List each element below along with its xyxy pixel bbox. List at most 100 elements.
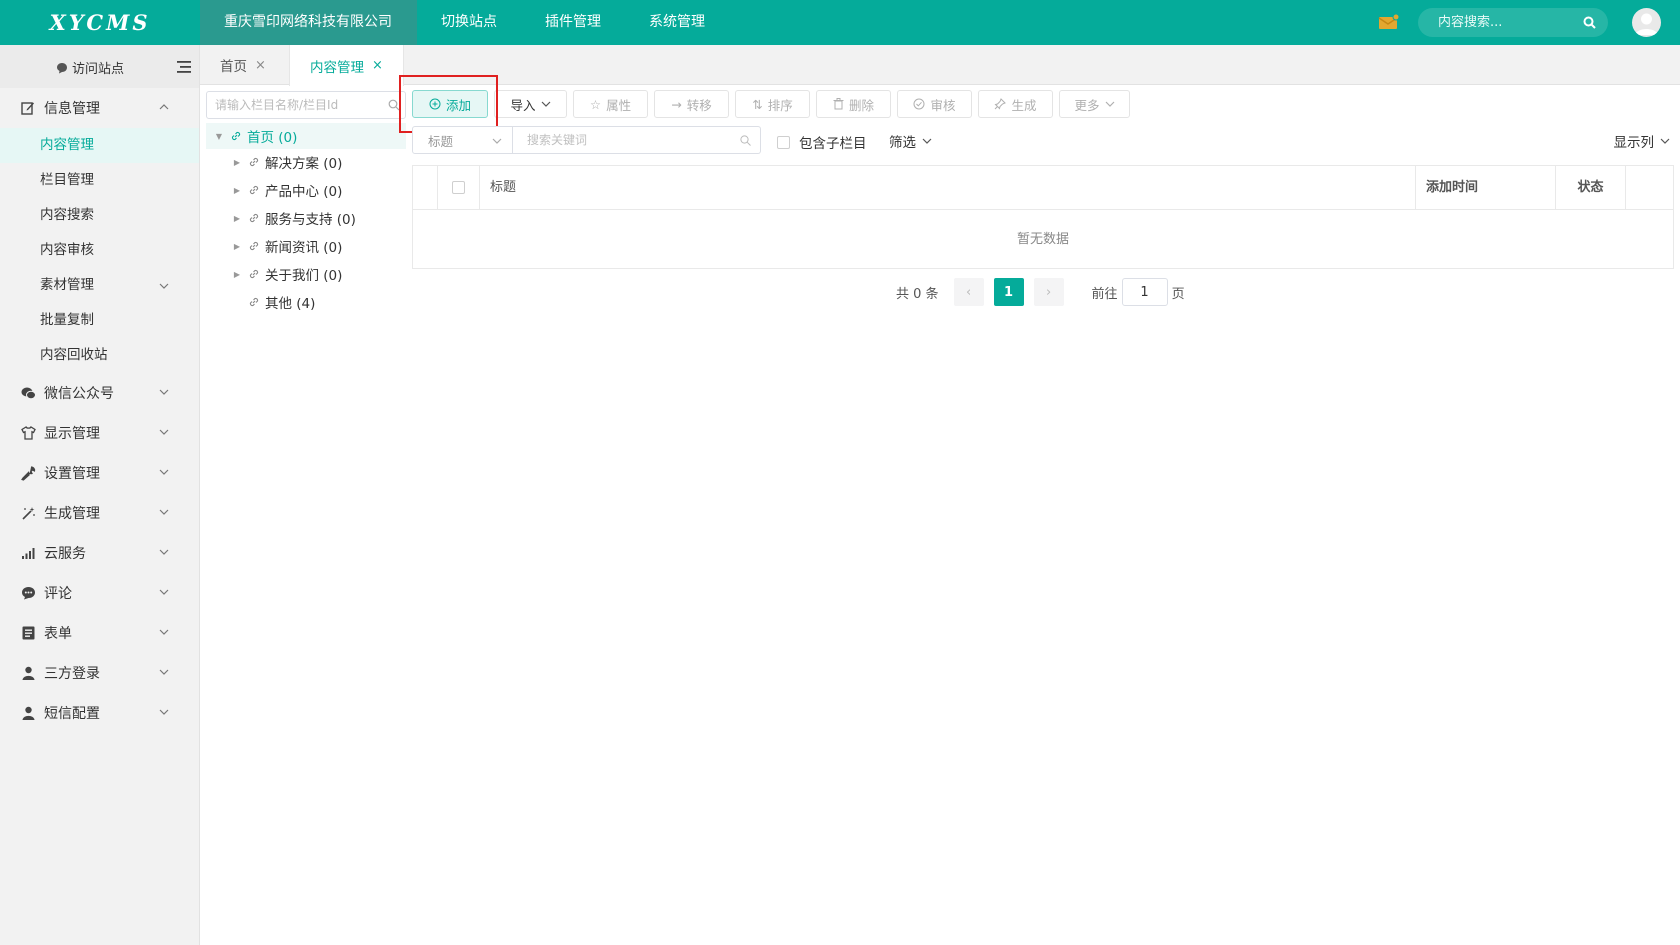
add-label: 添加 [445,97,471,113]
sidebar-item-materials[interactable]: 素材管理 [0,268,199,303]
tree-node-service[interactable]: ▶ 服务与支持 (0) [206,205,406,231]
audit-button[interactable]: 审核 [897,90,972,118]
chevron-down-icon [1660,138,1670,144]
tree-node-label: 服务与支持 (0) [265,212,356,228]
chevron-down-icon [159,629,169,635]
move-button[interactable]: → 转移 [654,90,729,118]
sidebar-group-settings[interactable]: 设置管理 [0,453,199,493]
visit-site-link[interactable]: 访问站点 [56,58,124,77]
next-page-button[interactable]: › [1033,278,1064,306]
goto-page-input[interactable]: 1 [1121,278,1168,306]
keyword-input[interactable] [527,127,727,153]
pagination: 共 0 条 ‹ 1 › 前往 1 页 [896,278,1185,306]
header-status[interactable]: 状态 [1556,166,1626,210]
tab-bar: 首页 × 内容管理 × [200,45,1680,86]
include-sub-column[interactable]: 包含子栏目 [777,132,867,152]
sidebar-item-content-search[interactable]: 内容搜索 [0,198,199,233]
sidebar-group-label: 生成管理 [44,506,100,522]
avatar[interactable] [1632,8,1661,37]
tree-search-input[interactable] [215,92,380,118]
chevron-down-icon [541,101,550,107]
tree-node-about[interactable]: ▶ 关于我们 (0) [206,261,406,287]
caret-right-icon[interactable]: ▶ [232,242,242,251]
sidebar-group-info[interactable]: 信息管理 [0,88,199,128]
sidebar-group-comments[interactable]: 评论 [0,573,199,613]
caret-right-icon[interactable]: ▶ [232,158,242,167]
sidebar-item-label: 素材管理 [40,277,94,293]
caret-right-icon[interactable]: ▶ [232,214,242,223]
column-tree-panel: ▼ 首页 (0) ▶ 解决方案 (0) ▶ 产品中心 (0) ▶ 服务与支持 (… [200,85,406,945]
toolbar: 添加 导入 ☆ 属性 → 转移 ⇅ 排序 删除 审核 生成 更多 [412,90,1130,118]
total-count: 共 0 条 [896,286,939,302]
keyword-box [513,126,761,154]
top-search-box [1418,8,1608,37]
sidebar-item-content-audit[interactable]: 内容审核 [0,233,199,268]
sidebar-group-label: 设置管理 [44,466,100,482]
sidebar-group-display[interactable]: 显示管理 [0,413,199,453]
select-all-checkbox[interactable] [452,181,465,194]
search-icon[interactable] [388,99,400,111]
sidebar-group-generate[interactable]: 生成管理 [0,493,199,533]
top-search-input[interactable] [1438,8,1578,37]
tree-search-box [206,91,406,119]
tree-node-news[interactable]: ▶ 新闻资讯 (0) [206,233,406,259]
filter-label: 筛选 [889,135,916,151]
sidebar-item-recycle-bin[interactable]: 内容回收站 [0,338,199,373]
include-sub-checkbox[interactable] [777,135,790,149]
sidebar-group-wechat[interactable]: 微信公众号 [0,373,199,413]
caret-right-icon[interactable]: ▶ [232,270,242,279]
tree-node-other[interactable]: 其他 (4) [206,289,406,315]
star-icon: ☆ [589,96,602,112]
generate-button[interactable]: 生成 [978,90,1053,118]
check-circle-icon [913,98,925,110]
sort-button[interactable]: ⇅ 排序 [735,90,810,118]
sidebar-group-third-login[interactable]: 三方登录 [0,653,199,693]
sidebar-group-sms[interactable]: 短信配置 [0,693,199,733]
mail-icon[interactable] [1378,14,1400,30]
chevron-down-icon [159,509,169,515]
header-select-col [438,166,480,210]
header-title[interactable]: 标题 [480,166,1416,210]
tab-content-manage[interactable]: 内容管理 × [289,45,404,86]
nav-plugins[interactable]: 插件管理 [521,0,625,45]
delete-button[interactable]: 删除 [816,90,891,118]
page-1-button[interactable]: 1 [993,278,1024,306]
prev-page-button[interactable]: ‹ [953,278,984,306]
nav-system[interactable]: 系统管理 [625,0,729,45]
header-added-time[interactable]: 添加时间 [1416,166,1556,210]
attribute-button[interactable]: ☆ 属性 [573,90,648,118]
sort-icon: ⇅ [752,96,763,112]
menu-toggle-icon[interactable] [177,61,191,73]
chevron-down-icon [159,389,169,395]
close-icon[interactable]: × [372,58,383,73]
tab-home[interactable]: 首页 × [220,45,266,85]
content-main: 添加 导入 ☆ 属性 → 转移 ⇅ 排序 删除 审核 生成 更多 标题 搜索关键… [399,75,1680,945]
nav-company[interactable]: 重庆雪印网络科技有限公司 [200,0,417,45]
add-button[interactable]: 添加 [412,90,488,118]
columns-label: 显示列 [1613,135,1655,151]
edit-icon [20,100,36,116]
import-button[interactable]: 导入 [494,90,567,118]
nav-switch-site[interactable]: 切换站点 [417,0,521,45]
sidebar-group-label: 云服务 [44,546,86,562]
sidebar-group-cloud[interactable]: 云服务 [0,533,199,573]
tree-node-products[interactable]: ▶ 产品中心 (0) [206,177,406,203]
sidebar-item-column-manage[interactable]: 栏目管理 [0,163,199,198]
tree-node-solutions[interactable]: ▶ 解决方案 (0) [206,149,406,175]
search-icon[interactable] [740,135,751,146]
top-nav: 重庆雪印网络科技有限公司 切换站点 插件管理 系统管理 [200,0,729,45]
caret-down-icon[interactable]: ▼ [214,132,224,141]
logo[interactable]: XYCMS [0,0,200,45]
more-button[interactable]: 更多 [1059,90,1130,118]
sidebar-group-forms[interactable]: 表单 [0,613,199,653]
search-icon[interactable] [1583,16,1596,29]
chat-bubble-icon [57,62,67,73]
sidebar-item-batch-copy[interactable]: 批量复制 [0,303,199,338]
close-icon[interactable]: × [255,58,266,73]
tree-node-home[interactable]: ▼ 首页 (0) [206,123,406,149]
field-select[interactable]: 标题 [412,126,513,154]
columns-dropdown[interactable]: 显示列 [1614,131,1671,151]
sidebar-item-content-manage[interactable]: 内容管理 [0,128,199,163]
caret-right-icon[interactable]: ▶ [232,186,242,195]
filter-dropdown[interactable]: 筛选 [889,131,932,151]
